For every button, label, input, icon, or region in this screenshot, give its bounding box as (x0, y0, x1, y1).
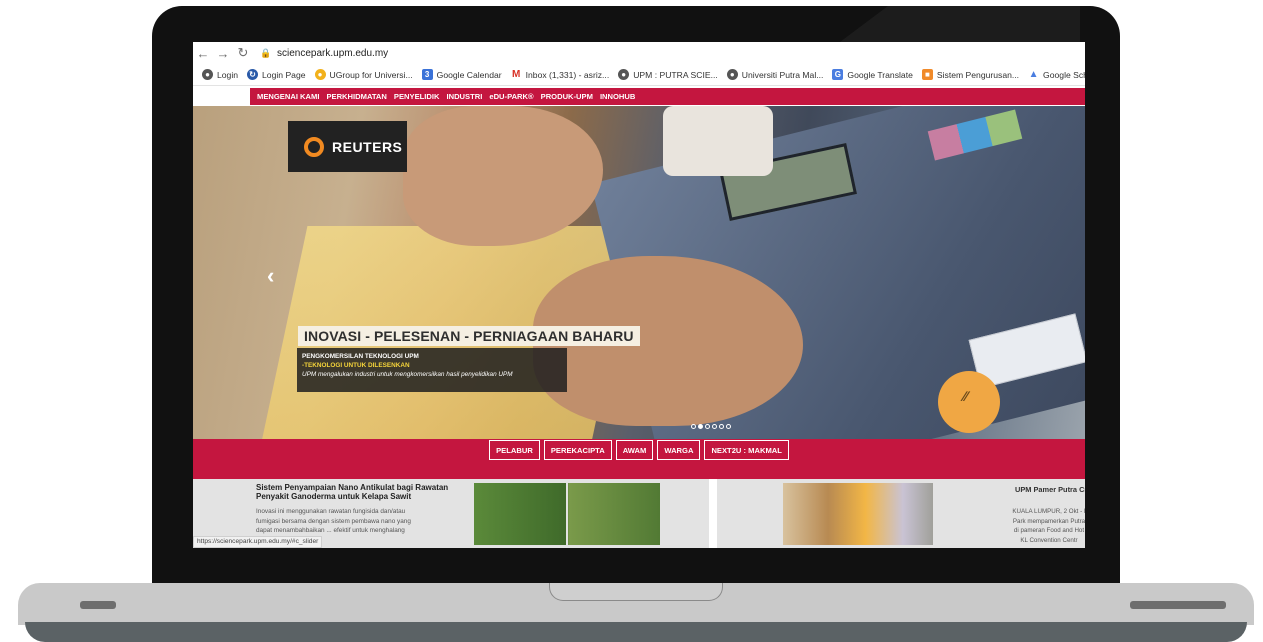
bookmark-universiti-putra[interactable]: ● Universiti Putra Mal... (726, 69, 824, 80)
news-row: Sistem Penyampaian Nano Antikulat bagi R… (193, 479, 1085, 548)
slider-prev-icon[interactable]: ‹ (267, 263, 274, 289)
news-excerpt: Inovasi ini menggunakan rawatan fungisid… (256, 508, 411, 534)
forward-arrow-icon[interactable]: → (213, 46, 233, 61)
reuters-logo: REUTERS (288, 121, 407, 172)
reload-icon[interactable]: ↻ (233, 45, 253, 61)
slider-dot[interactable] (719, 424, 724, 429)
bookmark-sistem-pengurusan[interactable]: ■ Sistem Pengurusan... (921, 69, 1020, 80)
url-field[interactable]: sciencepark.upm.edu.my (277, 48, 388, 59)
nav-item-perkhidmatan[interactable]: PERKHIDMATAN (326, 92, 386, 101)
hero-slider[interactable]: ∕∕ REUTERS ‹ INOVASI - PELESENAN - PERNI… (193, 106, 1085, 439)
bookmarks-bar: ● Login ↻ Login Page ● UGroup for Univer… (193, 64, 1085, 86)
gmail-icon: M (511, 69, 521, 80)
globe-icon: ● (726, 69, 738, 80)
base-slot-right (1130, 601, 1226, 609)
bookmark-google-calendar[interactable]: 3 Google Calendar (421, 69, 502, 80)
globe-icon: ● (618, 69, 630, 80)
excerpt-line: di pameran Food and Hot (1013, 527, 1085, 534)
scholar-icon: ▲ (1028, 69, 1039, 80)
address-bar: ← → ↻ 🔒 sciencepark.upm.edu.my (193, 42, 1085, 64)
news-title[interactable]: UPM Pamer Putra Cr (1015, 485, 1085, 494)
perekacipta-button[interactable]: PEREKACIPTA (543, 440, 612, 460)
base-slot-left (80, 601, 116, 609)
ugroup-icon: ● (314, 69, 326, 80)
lock-icon[interactable]: 🔒 (259, 48, 273, 59)
slider-dots (691, 424, 733, 429)
bookmark-upm-putra[interactable]: ● UPM : PUTRA SCIE... (618, 69, 718, 80)
nav-item-innohub[interactable]: INNOHUB (600, 92, 635, 101)
news-title[interactable]: Sistem Penyampaian Nano Antikulat bagi R… (256, 483, 466, 501)
trackpad-notch (549, 583, 723, 601)
excerpt-line: KL Convention Centr (1020, 536, 1078, 544)
refresh-icon: ↻ (247, 69, 259, 80)
caption-line-2: -TEKNOLOGI UNTUK DILESENKAN (302, 362, 410, 369)
reuters-wordmark: REUTERS (332, 138, 403, 155)
excerpt-line: Park mempamerkan Putra (1012, 517, 1085, 525)
audience-bar: PELABUR PEREKACIPTA AWAM WARGA NEXT2U : … (193, 439, 1085, 479)
globe-icon: ● (202, 69, 213, 80)
bookmark-label: UGroup for Universi... (329, 69, 413, 80)
status-bar-url: https://sciencepark.upm.edu.my/#c_slider (193, 536, 323, 548)
image-divider (566, 483, 568, 545)
news-image[interactable] (474, 483, 660, 545)
calendar-icon: 3 (421, 69, 433, 80)
bookmark-label: Google Translate (847, 69, 913, 80)
next2u-makmal-button[interactable]: NEXT2U : MAKMAL (704, 440, 789, 460)
hero-knob-mark: ∕∕ (963, 388, 968, 404)
bookmark-inbox[interactable]: M Inbox (1,331) - asriz... (511, 69, 610, 80)
caption-line-1: PENGKOMERSILAN TEKNOLOGI UPM (302, 353, 419, 360)
awam-button[interactable]: AWAM (615, 440, 654, 460)
bookmark-ugroup[interactable]: ● UGroup for Universi... (314, 69, 413, 80)
bookmark-label: Sistem Pengurusan... (936, 69, 1020, 80)
nav-item-penyelidik[interactable]: PENYELIDIK (394, 92, 440, 101)
nav-item-produk-upm[interactable]: PRODUK-UPM (541, 92, 593, 101)
slide-headline: INOVASI - PELESENAN - PERNIAGAAN BAHARU (298, 326, 640, 346)
bookmark-label: Google Calendar (436, 69, 502, 80)
bookmark-label: Google Scholar (1043, 69, 1085, 80)
bookmark-label: Login Page (262, 69, 306, 80)
hero-sleeve (663, 106, 773, 176)
news-image[interactable] (783, 483, 933, 545)
bookmark-label: Login (217, 69, 239, 80)
caption-line-3: UPM mengalukan industri untuk mengkomers… (302, 371, 513, 378)
slider-dot[interactable] (705, 424, 710, 429)
bookmark-login[interactable]: ● Login (202, 69, 238, 80)
slider-dot[interactable] (712, 424, 717, 429)
system-icon: ■ (921, 69, 933, 80)
site-main-nav: MENGENAI KAMI PERKHIDMATAN PENYELIDIK IN… (250, 88, 1085, 105)
bookmark-label: UPM : PUTRA SCIE... (633, 69, 718, 80)
bookmark-login-page[interactable]: ↻ Login Page (247, 69, 306, 80)
bookmark-google-translate[interactable]: G Google Translate (832, 69, 913, 80)
bookmark-google-scholar[interactable]: ▲ Google Scholar (1028, 69, 1085, 80)
news-excerpt: KUALA LUMPUR, 2 Okt - I Park mempamerkan… (999, 507, 1085, 545)
warga-button[interactable]: WARGA (657, 440, 701, 460)
excerpt-line: KUALA LUMPUR, 2 Okt - I (1012, 508, 1085, 515)
bookmark-label: Inbox (1,331) - asriz... (525, 69, 610, 80)
bookmark-label: Universiti Putra Mal... (741, 69, 824, 80)
slide-caption: PENGKOMERSILAN TEKNOLOGI UPM -TEKNOLOGI … (297, 348, 567, 392)
slider-dot[interactable] (726, 424, 731, 429)
browser-screen: ← → ↻ 🔒 sciencepark.upm.edu.my ● Login ↻… (193, 42, 1085, 548)
translate-icon: G (832, 69, 844, 80)
nav-item-edu-park[interactable]: eDU-PARK® (489, 92, 533, 101)
slider-dot-active[interactable] (698, 424, 703, 429)
slider-dot[interactable] (691, 424, 696, 429)
nav-item-industri[interactable]: INDUSTRI (446, 92, 482, 101)
reuters-emblem-icon (304, 136, 324, 157)
nav-item-mengenai-kami[interactable]: MENGENAI KAMI (257, 92, 319, 101)
hero-knob (938, 371, 1000, 433)
hero-hand-top (403, 106, 603, 246)
laptop-base-bottom (25, 622, 1247, 642)
news-card[interactable]: UPM Pamer Putra Cr KUALA LUMPUR, 2 Okt -… (717, 479, 1085, 548)
back-arrow-icon[interactable]: ← (193, 46, 213, 61)
pelabur-button[interactable]: PELABUR (489, 440, 540, 460)
